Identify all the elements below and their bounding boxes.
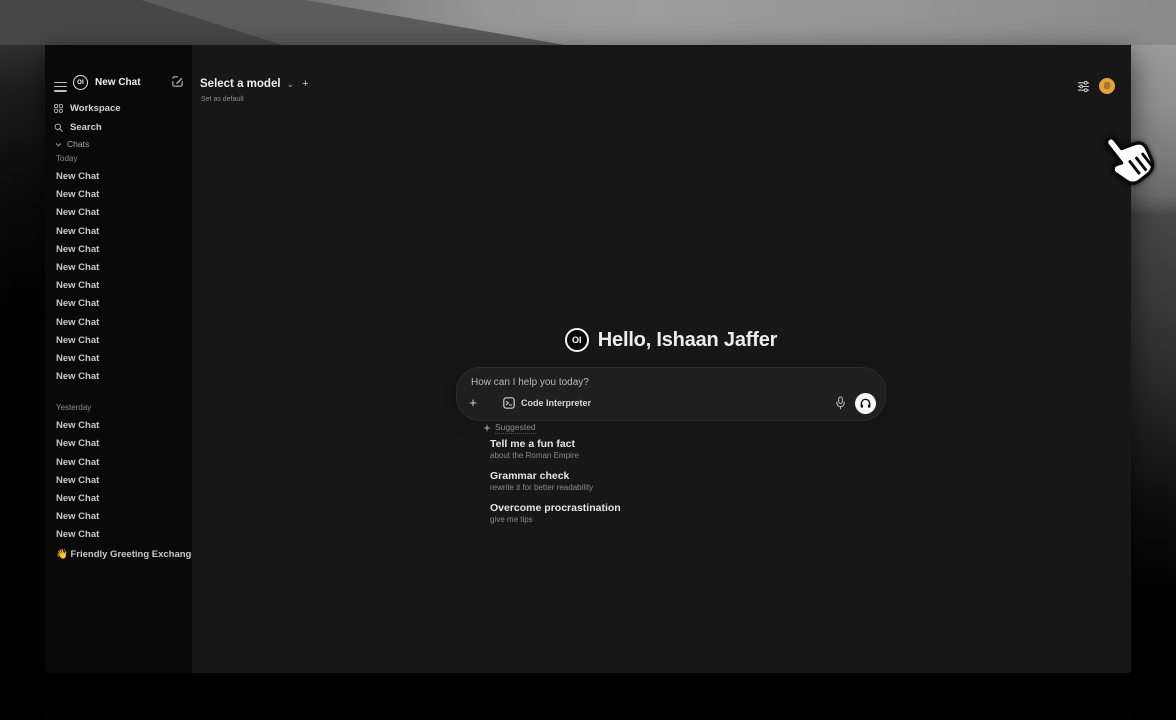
sparkle-icon	[483, 424, 491, 432]
code-interpreter-toggle[interactable]: Code Interpreter	[497, 394, 597, 412]
set-as-default-button[interactable]: Set as default	[201, 96, 244, 103]
suggested-item[interactable]: Overcome procrastinationgive me tips	[490, 502, 850, 525]
chat-list-item[interactable]: New Chat	[45, 186, 192, 204]
openwebui-logo-icon: OI	[565, 328, 589, 352]
greeting-row: OI Hello, Ishaan Jaffer	[456, 328, 886, 352]
wallpaper-bottom	[45, 673, 1131, 720]
suggested-item-title: Overcome procrastination	[490, 502, 850, 515]
wallpaper-left	[0, 45, 45, 720]
chat-list-item[interactable]: New Chat	[45, 277, 192, 295]
chat-list-item[interactable]: New Chat	[45, 417, 192, 435]
greeting-text: Hello, Ishaan Jaffer	[598, 329, 777, 352]
chat-list-item[interactable]: New Chat	[45, 332, 192, 350]
chat-list-item[interactable]: New Chat	[45, 435, 192, 453]
chat-list-item[interactable]: New Chat	[45, 454, 192, 472]
suggested-item-subtitle: give me tips	[490, 515, 850, 525]
suggested-item-subtitle: about the Roman Empire	[490, 451, 850, 461]
desktop: OI New Chat Workspace Search Chats	[0, 0, 1176, 720]
chat-list-item[interactable]: New Chat	[45, 490, 192, 508]
suggested-label: Suggested	[495, 422, 536, 434]
chat-list-item[interactable]: New Chat	[45, 526, 192, 544]
chat-list-item[interactable]: New Chat	[45, 350, 192, 368]
chat-list-item[interactable]: New Chat	[45, 168, 192, 186]
model-selector-label: Select a model	[200, 78, 281, 90]
chats-section-label: Chats	[67, 139, 89, 149]
chat-groups: TodayNew ChatNew ChatNew ChatNew ChatNew…	[45, 150, 192, 564]
sidebar-item-search[interactable]: Search	[45, 118, 192, 137]
sidebar: OI New Chat Workspace Search Chats	[45, 45, 192, 673]
suggested-item-subtitle: rewrite it for better readability	[490, 483, 850, 493]
user-avatar[interactable]	[1099, 78, 1115, 94]
chats-section-toggle[interactable]: Chats	[45, 137, 89, 151]
chevron-down-icon	[55, 141, 62, 148]
chat-list-item[interactable]: New Chat	[45, 204, 192, 222]
model-chevron-icon: ⌄	[287, 79, 295, 90]
suggested-header: Suggested	[483, 422, 536, 434]
new-chat-pencil-icon[interactable]	[171, 75, 184, 88]
suggested-list: Tell me a fun factabout the Roman Empire…	[490, 438, 850, 534]
chat-list-item[interactable]: New Chat	[45, 223, 192, 241]
wallpaper-right	[1131, 45, 1176, 720]
chat-list-item-named[interactable]: 👋 Friendly Greeting Exchange	[45, 546, 192, 564]
chat-list-item[interactable]: New Chat	[45, 508, 192, 526]
chat-list-item[interactable]: New Chat	[45, 314, 192, 332]
sidebar-toggle-icon[interactable]	[54, 79, 67, 90]
openwebui-window: OI New Chat Workspace Search Chats	[45, 45, 1131, 673]
chat-list-item[interactable]: New Chat	[45, 241, 192, 259]
topbar-actions	[1077, 78, 1115, 94]
sidebar-nav: Workspace Search	[45, 99, 192, 137]
chat-list-item[interactable]: New Chat	[45, 368, 192, 386]
chat-input-toolbar: + Code Interpreter	[466, 392, 876, 414]
workspace-label: Workspace	[70, 103, 121, 114]
suggested-item[interactable]: Grammar checkrewrite it for better reada…	[490, 470, 850, 493]
chat-group-label: Today	[45, 150, 192, 168]
sidebar-header: OI New Chat	[45, 75, 192, 95]
attach-plus-button[interactable]: +	[466, 396, 480, 410]
wallpaper-top	[0, 0, 1176, 45]
chat-list-item[interactable]: New Chat	[45, 295, 192, 313]
chat-input-placeholder: How can I help you today?	[471, 377, 589, 388]
headphones-icon	[859, 397, 872, 410]
workspace-grid-icon	[54, 104, 63, 113]
search-label: Search	[70, 122, 102, 133]
sidebar-item-workspace[interactable]: Workspace	[45, 99, 192, 118]
microphone-icon[interactable]	[835, 396, 846, 410]
openwebui-logo-icon: OI	[73, 75, 88, 90]
chat-list-item[interactable]: New Chat	[45, 259, 192, 277]
chat-group-label: Yesterday	[45, 399, 192, 417]
suggested-item-title: Grammar check	[490, 470, 850, 483]
suggested-item[interactable]: Tell me a fun factabout the Roman Empire	[490, 438, 850, 461]
model-selector[interactable]: Select a model ⌄ +	[200, 78, 309, 90]
chat-input[interactable]: How can I help you today? + Code Interpr…	[456, 367, 886, 421]
main-area: Select a model ⌄ + Set as default OI Hel…	[192, 45, 1131, 673]
chat-list-item[interactable]: New Chat	[45, 472, 192, 490]
code-interpreter-icon	[503, 397, 515, 409]
code-interpreter-label: Code Interpreter	[521, 398, 591, 408]
add-model-button[interactable]: +	[302, 78, 308, 90]
search-icon	[54, 123, 63, 132]
controls-sliders-icon[interactable]	[1077, 80, 1090, 93]
suggested-item-title: Tell me a fun fact	[490, 438, 850, 451]
sidebar-title: New Chat	[95, 77, 141, 88]
voice-call-button[interactable]	[855, 393, 876, 414]
